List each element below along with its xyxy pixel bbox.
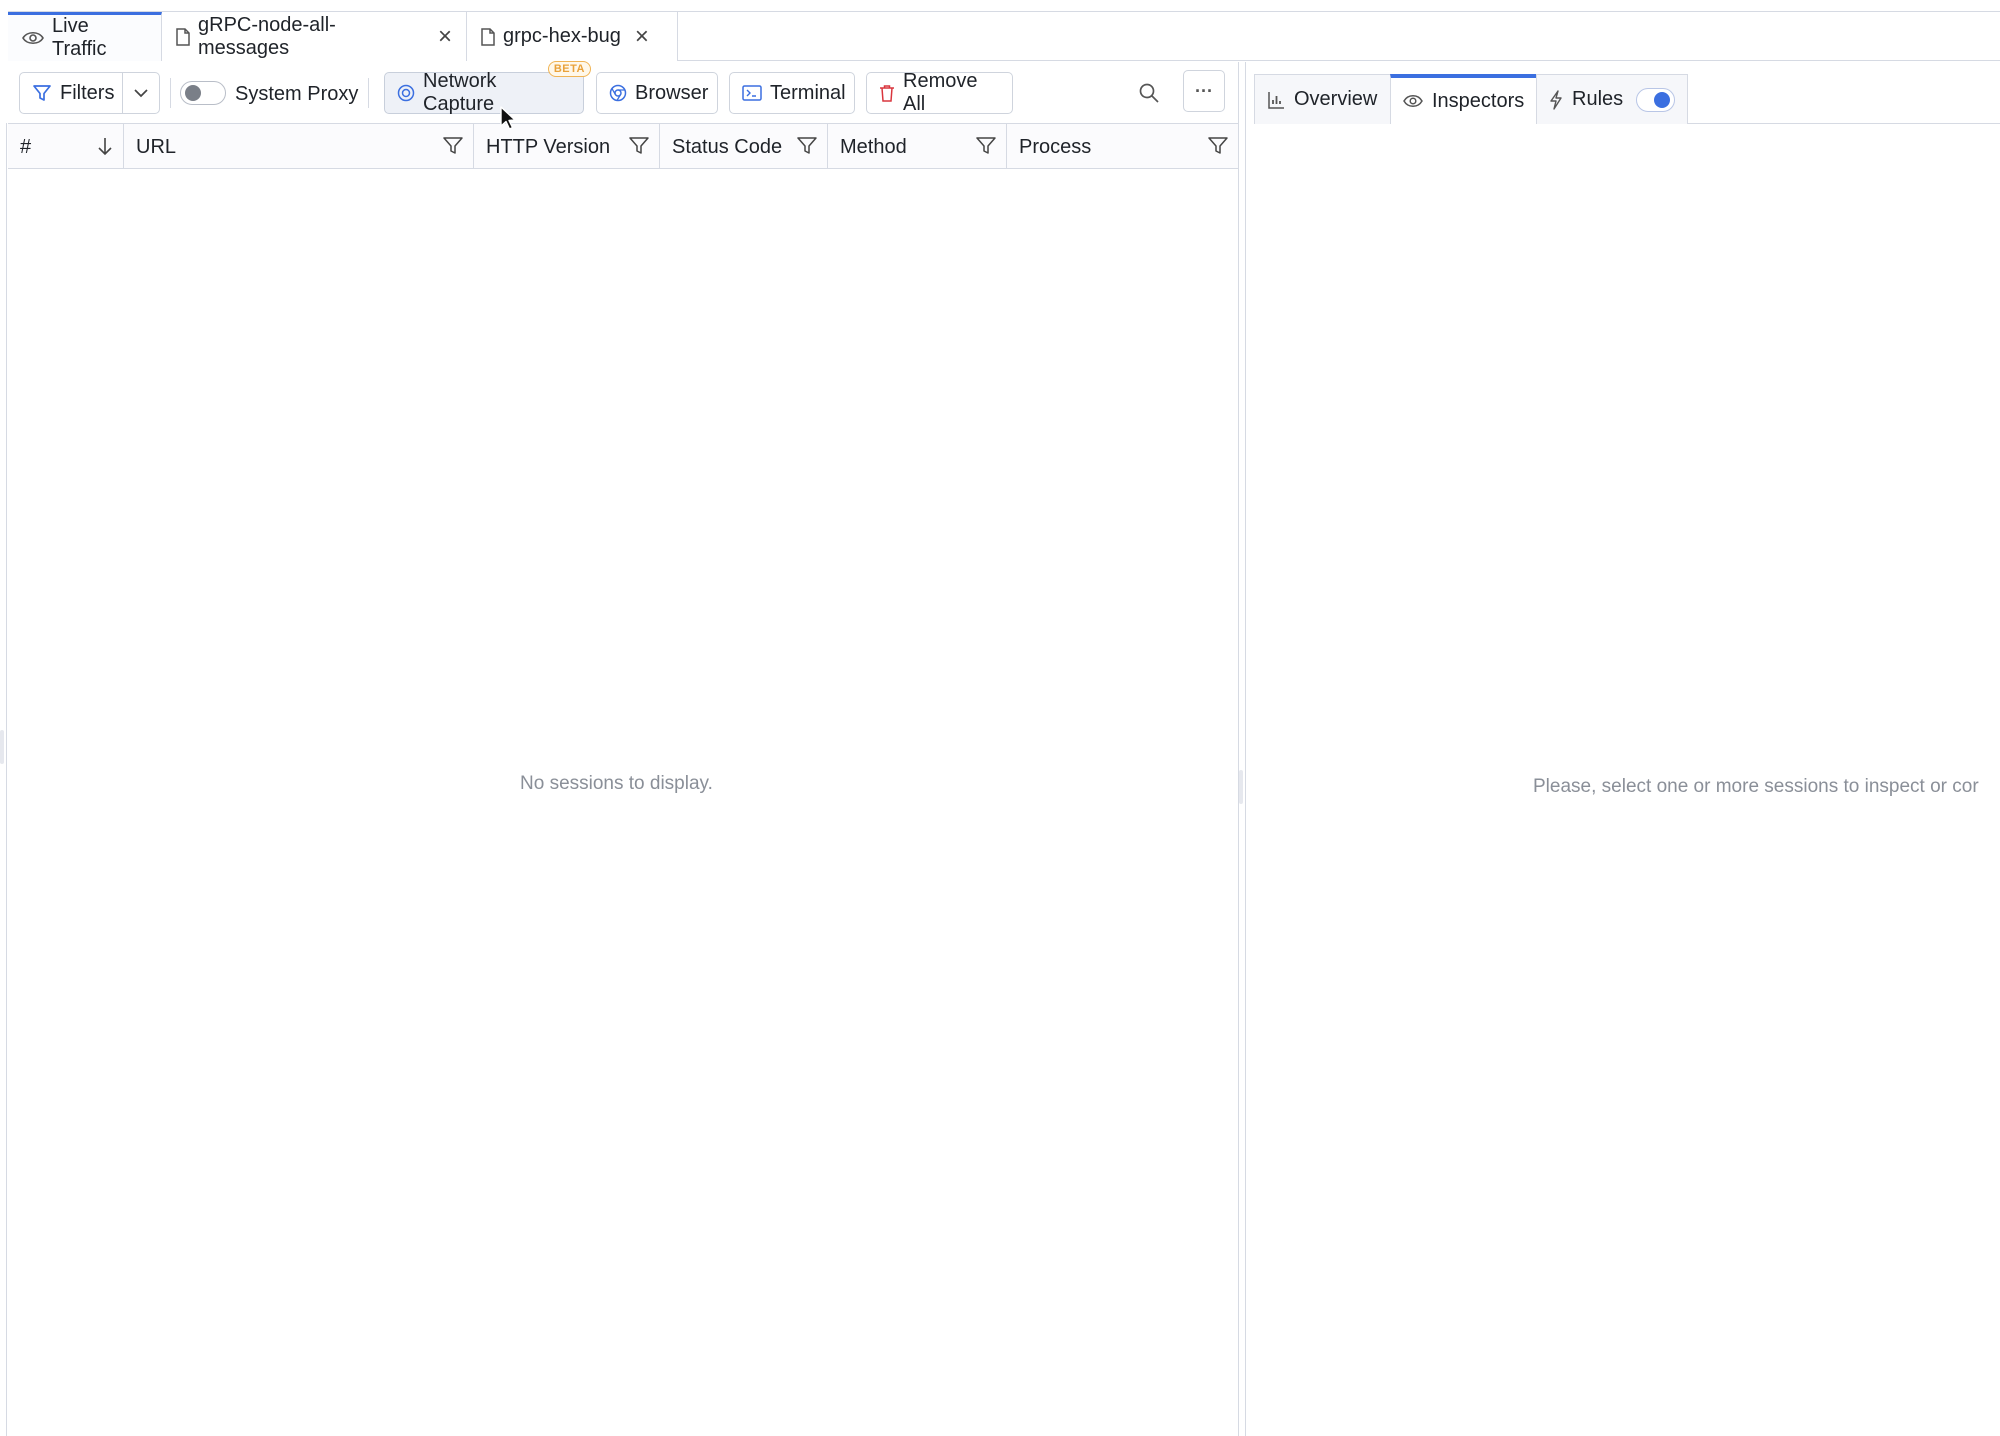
document-tabs: Live Traffic gRPC-node-all-messages × gr… (8, 12, 2000, 61)
column-label: HTTP Version (486, 135, 611, 158)
tab-label: gRPC-node-all-messages (198, 13, 336, 59)
toolbar-divider (170, 78, 171, 108)
filters-label: Filters (60, 81, 115, 104)
terminal-button[interactable]: Terminal (729, 72, 855, 114)
column-label: Process (1019, 135, 1092, 158)
system-proxy-toggle[interactable] (180, 81, 226, 105)
column-label: # (20, 135, 32, 158)
pane-splitter[interactable] (1238, 62, 1246, 1436)
network-capture-icon (397, 84, 415, 102)
chart-icon (1267, 91, 1285, 109)
close-icon[interactable]: × (635, 24, 649, 49)
column-process[interactable]: Process (1007, 124, 1238, 170)
column-status-code[interactable]: Status Code (660, 124, 828, 170)
no-sessions-message: No sessions to display. (520, 773, 713, 794)
column-method[interactable]: Method (828, 124, 1007, 170)
search-icon[interactable] (1138, 82, 1160, 104)
file-icon (481, 27, 495, 46)
filter-icon[interactable] (443, 137, 463, 155)
rules-toggle[interactable] (1636, 87, 1675, 112)
filter-icon[interactable] (1208, 137, 1228, 155)
sessions-grid-header: # URL HTTP Version Status Code Method Pr… (8, 123, 1238, 170)
browser-label: Browser (635, 81, 709, 104)
tab-inspectors[interactable]: Inspectors (1390, 74, 1536, 124)
filter-icon[interactable] (797, 137, 817, 155)
browser-button[interactable]: Browser (596, 72, 718, 114)
trash-icon (879, 84, 895, 102)
tab-overview[interactable]: Overview (1254, 74, 1390, 124)
column-label: URL (136, 135, 177, 158)
tab-label: Rules (1572, 88, 1624, 110)
filters-button[interactable]: Filters (19, 72, 123, 114)
tab-label: Overview (1294, 88, 1378, 110)
remove-all-button[interactable]: Remove All (866, 70, 1013, 115)
network-capture-label: Network Capture (423, 70, 497, 115)
column-label: Status Code (672, 135, 783, 158)
lightning-icon (1549, 89, 1563, 110)
eye-icon (1403, 94, 1423, 108)
filter-icon[interactable] (976, 137, 996, 155)
tab-grpc-hex-bug[interactable]: grpc-hex-bug × (467, 12, 678, 61)
filter-icon (32, 83, 52, 103)
tab-grpc-node-all-messages[interactable]: gRPC-node-all-messages × (162, 12, 467, 61)
filters-dropdown-button[interactable] (122, 72, 160, 114)
tab-rules[interactable]: Rules (1536, 74, 1688, 124)
remove-all-label: Remove All (903, 70, 978, 115)
column-label: Method (840, 135, 907, 158)
splitter-grip[interactable] (1239, 770, 1243, 804)
eye-icon (22, 30, 44, 46)
chevron-down-icon (134, 88, 148, 98)
toolbar: Filters System Proxy Network Capture BET… (8, 61, 1238, 122)
filter-icon[interactable] (629, 137, 649, 155)
select-sessions-message: Please, select one or more sessions to i… (1533, 776, 1979, 797)
more-icon: ··· (1195, 80, 1213, 101)
tab-label: grpc-hex-bug (503, 25, 621, 47)
sessions-grid-body[interactable]: No sessions to display. (8, 169, 1238, 1436)
mouse-cursor-icon (499, 106, 517, 132)
more-options-button[interactable]: ··· (1183, 70, 1225, 112)
beta-badge: BETA (547, 61, 591, 77)
tab-live-traffic[interactable]: Live Traffic (8, 12, 162, 61)
terminal-label: Terminal (770, 81, 846, 104)
left-pane-border (6, 123, 7, 1436)
chrome-icon (609, 84, 627, 102)
close-icon[interactable]: × (438, 24, 452, 49)
network-capture-button[interactable]: Network Capture BETA (384, 61, 591, 115)
column-number[interactable]: # (8, 124, 124, 170)
sort-down-icon[interactable] (97, 136, 113, 156)
column-url[interactable]: URL (124, 124, 474, 170)
system-proxy-label: System Proxy (235, 83, 359, 105)
right-pane-tabs: Overview Inspectors Rules (1254, 74, 2000, 124)
tab-label: Live Traffic (52, 15, 107, 60)
left-resize-grip[interactable] (0, 730, 4, 764)
toolbar-divider (368, 78, 369, 108)
tab-label: Inspectors (1432, 89, 1525, 112)
file-icon (176, 27, 190, 46)
terminal-icon (742, 85, 762, 101)
